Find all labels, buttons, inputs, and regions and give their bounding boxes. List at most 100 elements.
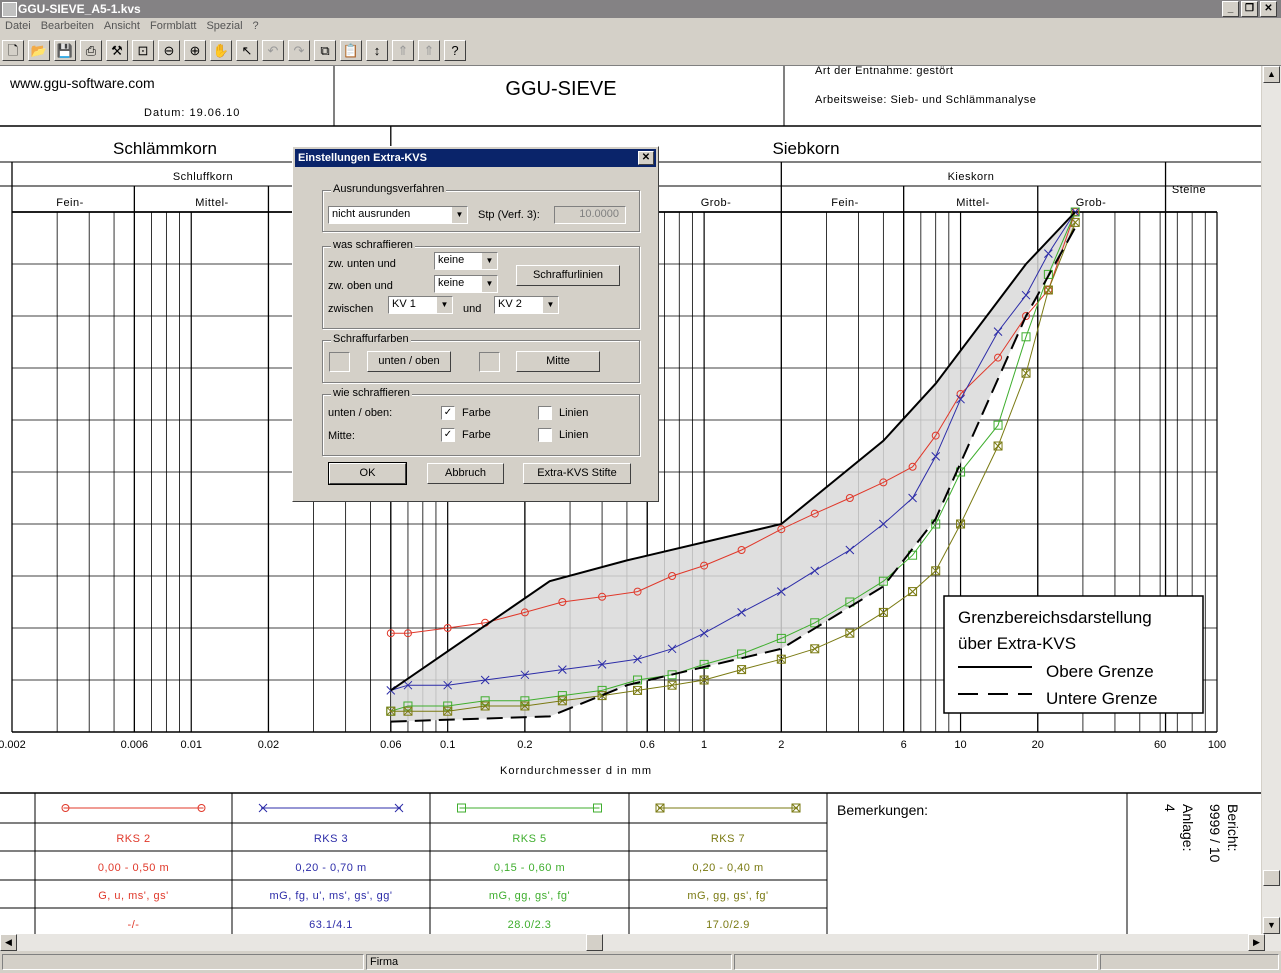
table-cell: RKS 7: [711, 833, 745, 845]
stp-label: Stp (Verf. 3):: [478, 209, 540, 221]
close-button[interactable]: ✕: [1260, 1, 1277, 17]
bericht-label: Bericht:: [1225, 804, 1241, 851]
move-updown-icon[interactable]: ↕: [366, 40, 388, 61]
vertical-scrollbar[interactable]: ▲ ▼: [1262, 66, 1281, 934]
print-icon[interactable]: ⎙: [80, 40, 102, 61]
legend-subtitle: über Extra-KVS: [958, 634, 1076, 653]
horizontal-scrollbar[interactable]: ◀ ▶: [0, 934, 1281, 951]
save-icon[interactable]: 💾: [54, 40, 76, 61]
farbe-label: Farbe: [462, 407, 491, 419]
table-cell: G, u, ms', gs': [98, 890, 169, 902]
minimize-button[interactable]: _: [1222, 1, 1239, 17]
x-tick-label: 6: [901, 739, 907, 751]
title-bar: GGU-SIEVE_A5-1.kvs _ ❐ ✕: [0, 0, 1281, 18]
rounding-select[interactable]: nicht ausrunden ▼: [328, 206, 468, 224]
group-rounding-label: Ausrundungsverfahren: [331, 183, 447, 195]
abbruch-button[interactable]: Abbruch: [427, 463, 504, 484]
x-axis-label: Korndurchmesser d in mm: [500, 765, 652, 777]
data-point: [908, 587, 917, 596]
data-point: [845, 628, 855, 638]
schraffurlinien-button[interactable]: Schraffurlinien: [516, 265, 620, 286]
scroll-up-icon[interactable]: ▲: [1263, 66, 1280, 83]
legend-lower-label: Untere Grenze: [1046, 689, 1158, 708]
kv1-select[interactable]: KV 1 ▼: [388, 296, 453, 314]
legend-title: Grenzbereichsdarstellung: [958, 608, 1152, 627]
scroll-left-icon[interactable]: ◀: [0, 934, 17, 951]
table-cell: 0,20 - 0,70 m: [295, 862, 366, 874]
menu-item-4[interactable]: Spezial: [201, 18, 247, 37]
scroll-thumb[interactable]: [1263, 870, 1280, 886]
zoom-in-icon[interactable]: ⊕: [184, 40, 206, 61]
scroll-right-icon[interactable]: ▶: [1248, 934, 1265, 951]
menu-item-5[interactable]: ?: [248, 18, 264, 37]
zw-unten-label: zw. unten und: [328, 258, 396, 270]
redo-icon[interactable]: ↷: [288, 40, 310, 61]
x-tick-label: 0.01: [181, 739, 202, 751]
chevron-down-icon[interactable]: ▼: [451, 207, 467, 223]
pointer-icon[interactable]: ↖: [236, 40, 258, 61]
stp-field[interactable]: 10.0000: [554, 206, 626, 224]
unten-oben-color-button[interactable]: unten / oben: [367, 351, 451, 372]
zw-unten-select[interactable]: keine ▼: [434, 252, 498, 270]
undo-icon[interactable]: ↶: [262, 40, 284, 61]
datum-text: Datum: 19.06.10: [144, 107, 240, 119]
dialog-close-icon[interactable]: ✕: [638, 151, 654, 165]
kv2-select[interactable]: KV 2 ▼: [494, 296, 559, 314]
farbe-mitte-checkbox[interactable]: ✓: [441, 428, 455, 442]
status-panel-4: [1100, 954, 1279, 970]
status-bar: Firma: [0, 952, 1281, 973]
table-cell: RKS 3: [314, 833, 348, 845]
linien-unten-oben-checkbox[interactable]: [538, 406, 552, 420]
status-panel-1: [2, 954, 364, 970]
extra-kvs-dialog: Einstellungen Extra-KVS ✕ Ausrundungsver…: [292, 146, 659, 502]
chevron-down-icon[interactable]: ▼: [542, 297, 558, 313]
x-tick-label: 0.002: [0, 739, 26, 751]
fraction-label: Fein-: [831, 197, 859, 209]
chevron-down-icon[interactable]: ▼: [481, 253, 497, 269]
row-unten-oben-label: unten / oben:: [328, 407, 393, 419]
steine-label: Steine: [1172, 184, 1206, 196]
chevron-down-icon[interactable]: ▼: [436, 297, 452, 313]
schlaemmkorn-heading: Schlämmkorn: [113, 139, 217, 158]
pan-icon[interactable]: ✋: [210, 40, 232, 61]
restore-button[interactable]: ❐: [1241, 1, 1258, 17]
menu-bar: Datei Bearbeiten Ansicht Formblatt Spezial?: [0, 18, 1281, 37]
linien-label: Linien: [559, 429, 589, 441]
extra-kvs-stifte-button[interactable]: Extra-KVS Stifte: [523, 463, 631, 484]
scroll-down-icon[interactable]: ▼: [1263, 917, 1280, 934]
toolbar: 🗋 📂 💾 ⎙ ⚒ ⊡ ⊖ ⊕ ✋ ↖ ↶ ↷ ⧉ 📋 ↕ ⇑ ⇑?: [0, 37, 1281, 66]
menu-item-3[interactable]: Formblatt: [145, 18, 201, 37]
linien-label: Linien: [559, 407, 589, 419]
paste-icon[interactable]: 📋: [340, 40, 362, 61]
fraction-label: Grob-: [701, 197, 732, 209]
arrow-up-icon[interactable]: ⇑: [418, 40, 440, 61]
table-cell: 63.1/4.1: [309, 919, 353, 931]
arrow-up-icon[interactable]: ⇑: [392, 40, 414, 61]
zw-oben-select[interactable]: keine ▼: [434, 275, 498, 293]
farbe-unten-oben-checkbox[interactable]: ✓: [441, 406, 455, 420]
tool-icon[interactable]: ⚒: [106, 40, 128, 61]
new-icon[interactable]: 🗋: [2, 40, 24, 61]
menu-item-2[interactable]: Ansicht: [99, 18, 145, 37]
help-icon[interactable]: ?: [444, 40, 466, 61]
dialog-title-bar: Einstellungen Extra-KVS ✕: [295, 149, 656, 167]
table-cell: RKS 5: [512, 833, 546, 845]
table-cell: RKS 2: [116, 833, 150, 845]
zoom-out-icon[interactable]: ⊖: [158, 40, 180, 61]
x-tick-label: 0.6: [640, 739, 655, 751]
menu-item-1[interactable]: Bearbeiten: [36, 18, 99, 37]
zoom-page-icon[interactable]: ⊡: [132, 40, 154, 61]
mitte-color-button[interactable]: Mitte: [516, 351, 600, 372]
linien-mitte-checkbox[interactable]: [538, 428, 552, 442]
copy-icon[interactable]: ⧉: [314, 40, 336, 61]
hscroll-thumb[interactable]: [586, 934, 603, 951]
open-icon[interactable]: 📂: [28, 40, 50, 61]
color-swatch-mitte[interactable]: [479, 352, 500, 372]
color-swatch-unten-oben[interactable]: [329, 352, 350, 372]
row-mitte-label: Mitte:: [328, 430, 355, 442]
table-cell: mG, fg, u', ms', gs', gg': [270, 890, 393, 902]
menu-item-0[interactable]: Datei: [0, 18, 36, 37]
bericht-number: 9999 / 10: [1207, 804, 1223, 863]
chevron-down-icon[interactable]: ▼: [481, 276, 497, 292]
ok-button[interactable]: OK: [328, 462, 407, 485]
